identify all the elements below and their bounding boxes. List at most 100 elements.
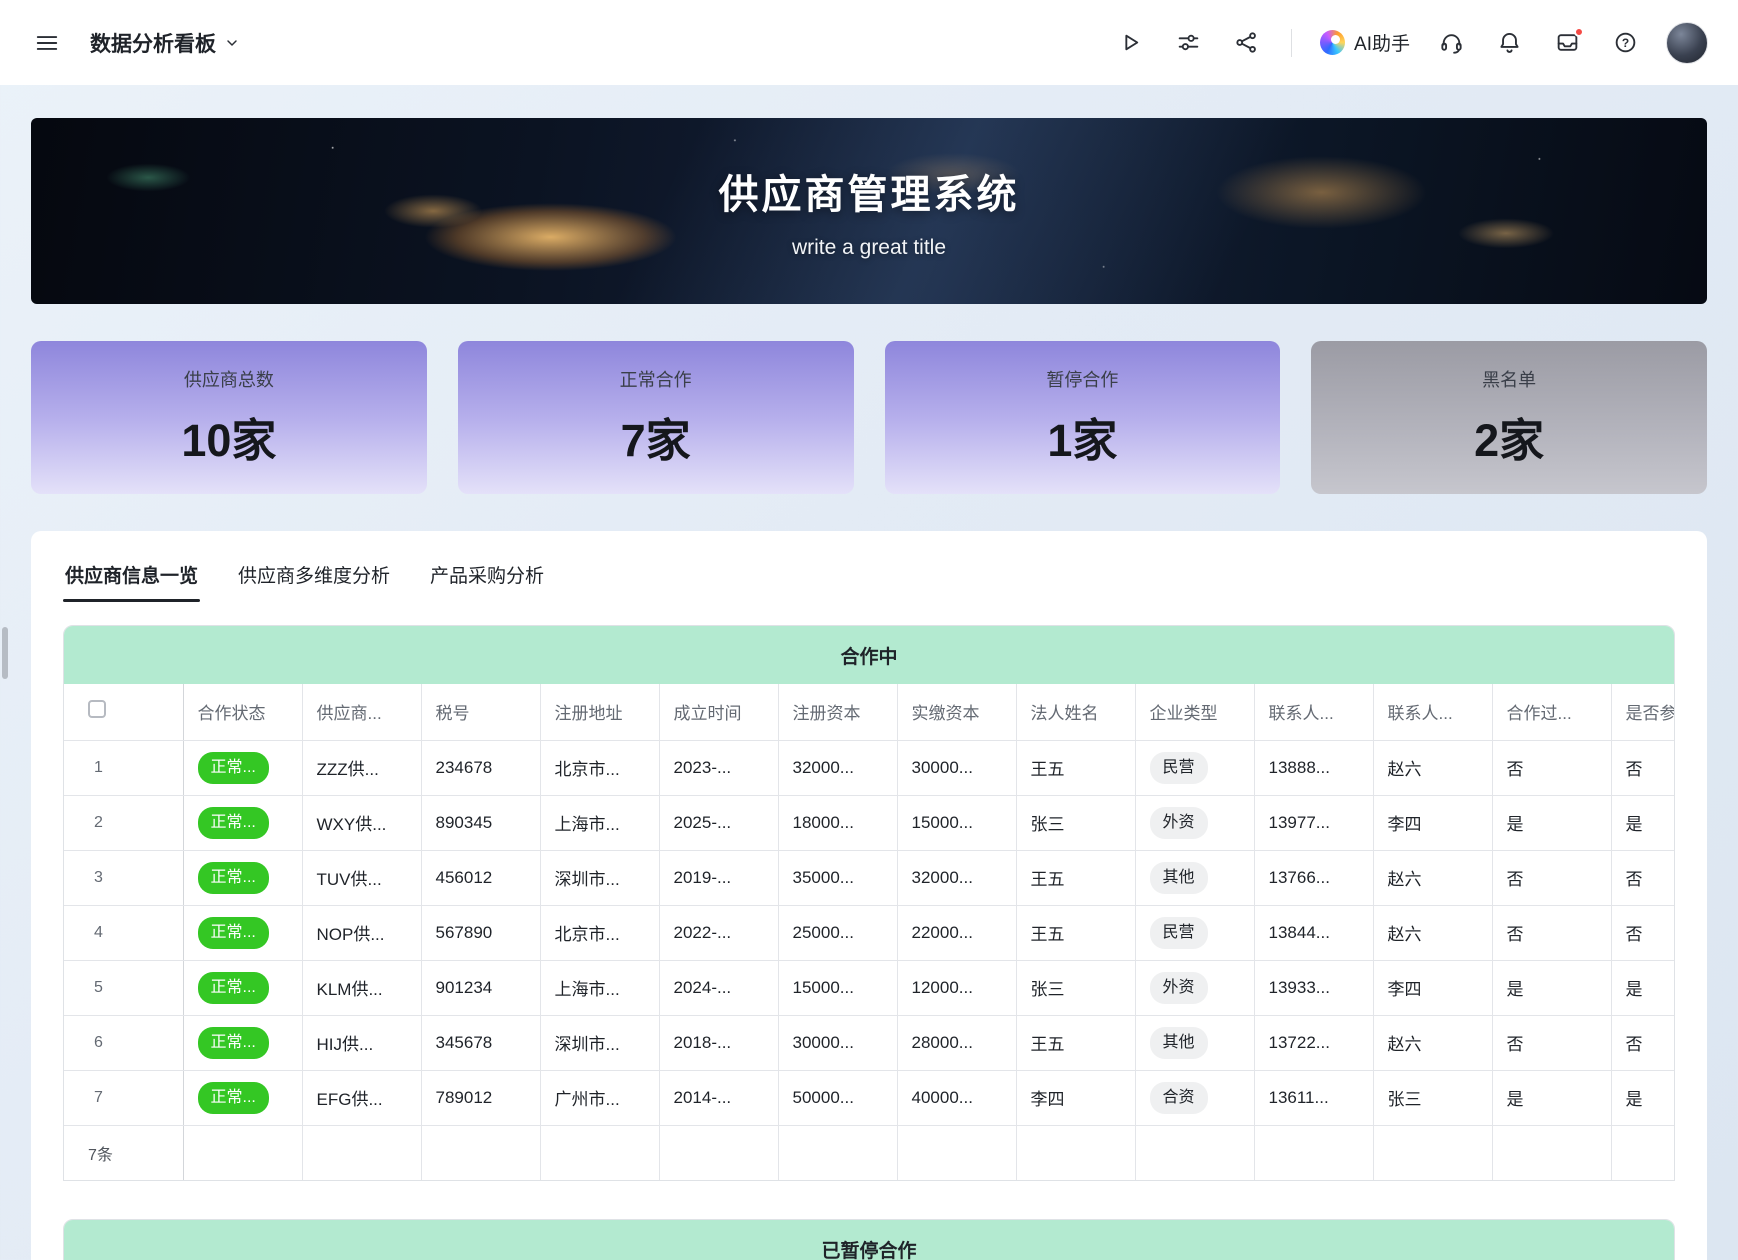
cell-participates[interactable]: 否 <box>1611 740 1674 795</box>
column-header-contact_name[interactable]: 联系人... <box>1373 684 1492 740</box>
tab-3[interactable]: 产品采购分析 <box>428 555 546 604</box>
cell-paid_capital[interactable]: 40000... <box>897 1070 1016 1125</box>
row-index[interactable]: 3 <box>64 850 183 905</box>
row-index[interactable]: 7 <box>64 1070 183 1125</box>
cell-participates[interactable]: 否 <box>1611 850 1674 905</box>
column-header-supplier[interactable]: 供应商... <box>302 684 421 740</box>
cell-cooperated[interactable]: 否 <box>1492 1015 1611 1070</box>
settings-button[interactable] <box>1171 26 1205 60</box>
cell-company_type[interactable]: 民营 <box>1135 905 1254 960</box>
cell-contact_name[interactable]: 赵六 <box>1373 1015 1492 1070</box>
cell-legal_person[interactable]: 王五 <box>1016 740 1135 795</box>
cell-reg_capital[interactable]: 18000... <box>778 795 897 850</box>
cell-founded[interactable]: 2014-... <box>659 1070 778 1125</box>
cell-tax_id[interactable]: 567890 <box>421 905 540 960</box>
cell-contact_phone[interactable]: 13888... <box>1254 740 1373 795</box>
cell-legal_person[interactable]: 张三 <box>1016 960 1135 1015</box>
cell-legal_person[interactable]: 王五 <box>1016 850 1135 905</box>
row-index[interactable]: 6 <box>64 1015 183 1070</box>
support-button[interactable] <box>1434 26 1468 60</box>
cell-company_type[interactable]: 外资 <box>1135 795 1254 850</box>
row-index[interactable]: 4 <box>64 905 183 960</box>
cell-participates[interactable]: 是 <box>1611 1070 1674 1125</box>
cell-cooperated[interactable]: 否 <box>1492 740 1611 795</box>
cell-paid_capital[interactable]: 15000... <box>897 795 1016 850</box>
cell-cooperated[interactable]: 是 <box>1492 795 1611 850</box>
cell-contact_name[interactable]: 张三 <box>1373 1070 1492 1125</box>
tab-1[interactable]: 供应商信息一览 <box>63 555 200 604</box>
cell-participates[interactable]: 否 <box>1611 1015 1674 1070</box>
cell-supplier[interactable]: KLM供... <box>302 960 421 1015</box>
column-header-cooperated[interactable]: 合作过... <box>1492 684 1611 740</box>
select-all-header-cell[interactable] <box>64 684 183 740</box>
cell-contact_phone[interactable]: 13722... <box>1254 1015 1373 1070</box>
column-header-address[interactable]: 注册地址 <box>540 684 659 740</box>
cell-contact_phone[interactable]: 13844... <box>1254 905 1373 960</box>
cell-contact_name[interactable]: 李四 <box>1373 960 1492 1015</box>
cell-contact_name[interactable]: 李四 <box>1373 795 1492 850</box>
cell-founded[interactable]: 2024-... <box>659 960 778 1015</box>
cell-reg_capital[interactable]: 32000... <box>778 740 897 795</box>
cell-address[interactable]: 北京市... <box>540 905 659 960</box>
select-all-checkbox[interactable] <box>88 700 106 718</box>
cell-cooperated[interactable]: 否 <box>1492 850 1611 905</box>
cell-legal_person[interactable]: 王五 <box>1016 1015 1135 1070</box>
cell-reg_capital[interactable]: 35000... <box>778 850 897 905</box>
cell-participates[interactable]: 否 <box>1611 905 1674 960</box>
cell-tax_id[interactable]: 345678 <box>421 1015 540 1070</box>
stat-card-3[interactable]: 暂停合作1家 <box>885 341 1281 494</box>
notifications-button[interactable] <box>1492 26 1526 60</box>
row-index[interactable]: 1 <box>64 740 183 795</box>
cell-status[interactable]: 正常... <box>183 1015 302 1070</box>
cell-supplier[interactable]: ZZZ供... <box>302 740 421 795</box>
cell-address[interactable]: 北京市... <box>540 740 659 795</box>
cell-participates[interactable]: 是 <box>1611 795 1674 850</box>
stat-card-2[interactable]: 正常合作7家 <box>458 341 854 494</box>
cell-tax_id[interactable]: 901234 <box>421 960 540 1015</box>
cell-tax_id[interactable]: 890345 <box>421 795 540 850</box>
cell-cooperated[interactable]: 否 <box>1492 905 1611 960</box>
row-index[interactable]: 2 <box>64 795 183 850</box>
cell-legal_person[interactable]: 张三 <box>1016 795 1135 850</box>
cell-cooperated[interactable]: 是 <box>1492 1070 1611 1125</box>
column-header-tax_id[interactable]: 税号 <box>421 684 540 740</box>
cell-cooperated[interactable]: 是 <box>1492 960 1611 1015</box>
cell-tax_id[interactable]: 456012 <box>421 850 540 905</box>
hamburger-menu-button[interactable] <box>30 26 64 60</box>
cell-supplier[interactable]: EFG供... <box>302 1070 421 1125</box>
present-button[interactable] <box>1113 26 1147 60</box>
column-header-contact_phone[interactable]: 联系人... <box>1254 684 1373 740</box>
column-header-legal_person[interactable]: 法人姓名 <box>1016 684 1135 740</box>
group-header-suspended[interactable]: 已暂停合作 <box>64 1220 1674 1260</box>
column-header-founded[interactable]: 成立时间 <box>659 684 778 740</box>
inbox-button[interactable] <box>1550 26 1584 60</box>
cell-status[interactable]: 正常... <box>183 1070 302 1125</box>
cell-reg_capital[interactable]: 15000... <box>778 960 897 1015</box>
stat-card-4[interactable]: 黑名单2家 <box>1311 341 1707 494</box>
cell-address[interactable]: 上海市... <box>540 795 659 850</box>
cell-company_type[interactable]: 外资 <box>1135 960 1254 1015</box>
column-header-paid_capital[interactable]: 实缴资本 <box>897 684 1016 740</box>
avatar[interactable] <box>1666 22 1708 64</box>
cell-contact_name[interactable]: 赵六 <box>1373 905 1492 960</box>
cell-paid_capital[interactable]: 28000... <box>897 1015 1016 1070</box>
cell-paid_capital[interactable]: 30000... <box>897 740 1016 795</box>
cell-legal_person[interactable]: 王五 <box>1016 905 1135 960</box>
cell-status[interactable]: 正常... <box>183 795 302 850</box>
cell-contact_phone[interactable]: 13766... <box>1254 850 1373 905</box>
cell-company_type[interactable]: 其他 <box>1135 850 1254 905</box>
cell-status[interactable]: 正常... <box>183 960 302 1015</box>
cell-founded[interactable]: 2018-... <box>659 1015 778 1070</box>
group-header-cooperating[interactable]: 合作中 <box>64 626 1674 684</box>
cell-participates[interactable]: 是 <box>1611 960 1674 1015</box>
ai-assistant-button[interactable]: AI助手 <box>1320 29 1410 56</box>
cell-founded[interactable]: 2025-... <box>659 795 778 850</box>
cell-paid_capital[interactable]: 12000... <box>897 960 1016 1015</box>
cell-company_type[interactable]: 民营 <box>1135 740 1254 795</box>
cell-tax_id[interactable]: 234678 <box>421 740 540 795</box>
doc-title-dropdown[interactable]: 数据分析看板 <box>90 28 240 58</box>
cell-reg_capital[interactable]: 30000... <box>778 1015 897 1070</box>
cell-founded[interactable]: 2019-... <box>659 850 778 905</box>
cell-contact_phone[interactable]: 13933... <box>1254 960 1373 1015</box>
share-button[interactable] <box>1229 26 1263 60</box>
